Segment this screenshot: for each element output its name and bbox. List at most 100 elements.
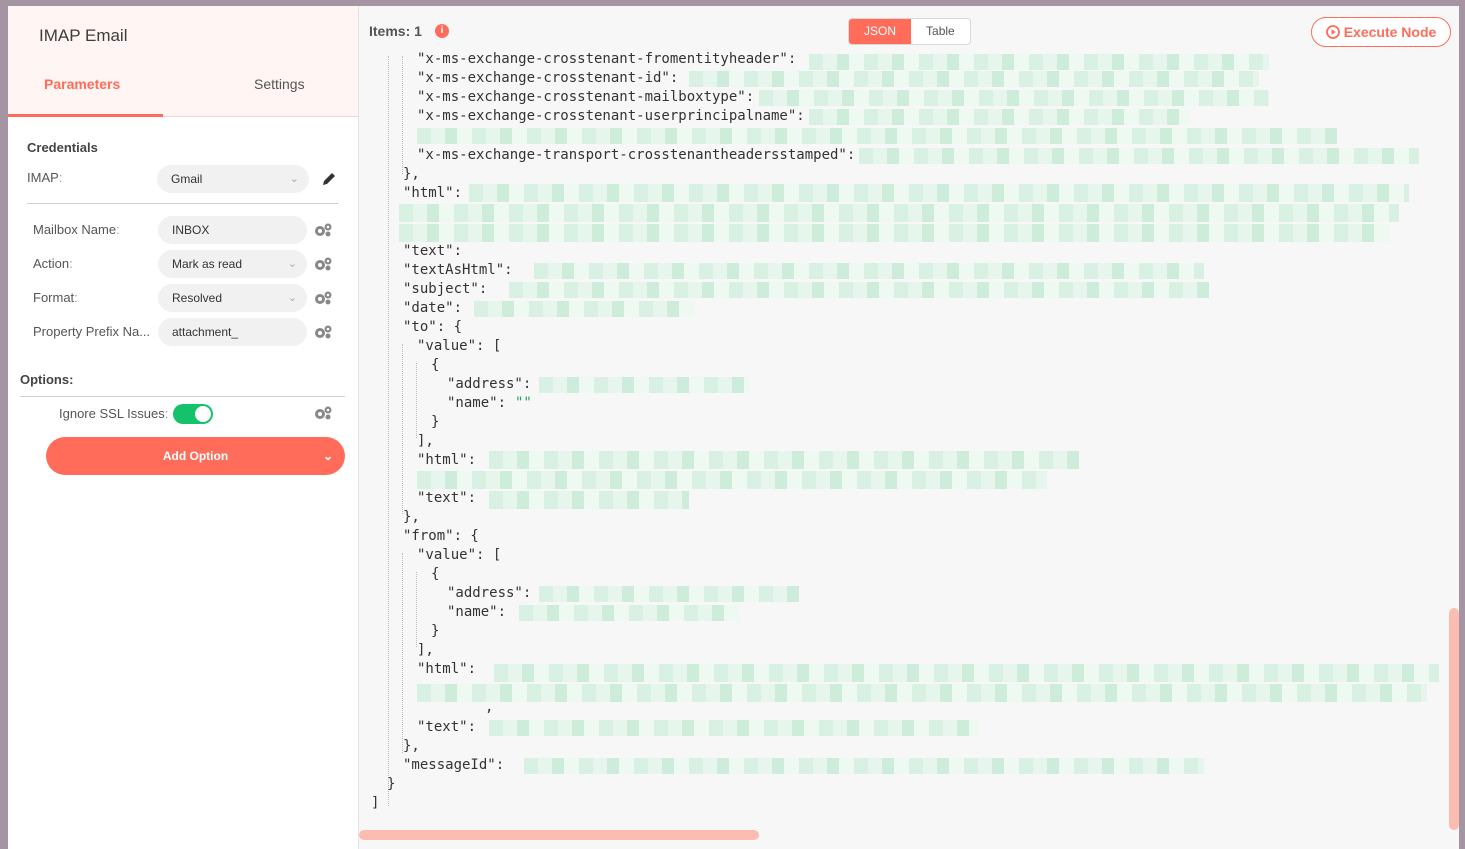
indent-guide	[416, 572, 417, 647]
redacted-value	[474, 301, 694, 317]
json-brace: {	[431, 566, 440, 582]
json-key: "name":	[447, 604, 507, 620]
indent-guide	[402, 553, 403, 753]
json-key: "name":	[447, 395, 507, 411]
redacted-value	[539, 586, 799, 602]
output-panel: Items: 1 i JSON Table Execute Node "x-ms…	[358, 6, 1459, 849]
horizontal-scrollbar[interactable]	[359, 830, 759, 840]
imap-credential-select[interactable]: Gmail ⌄	[157, 165, 309, 193]
ignore-ssl-toggle[interactable]	[173, 404, 213, 424]
json-brace: ],	[417, 642, 434, 658]
items-count: Items: 1	[369, 23, 422, 39]
play-circle-icon	[1326, 25, 1340, 39]
property-prefix-label: Property Prefix Na...	[33, 324, 151, 339]
redacted-value	[417, 684, 1427, 702]
json-brace: ]	[371, 795, 380, 811]
json-key: "x-ms-exchange-transport-crosstenanthead…	[417, 147, 856, 163]
chevron-down-icon: ⌄	[287, 292, 297, 304]
redacted-value	[489, 451, 1079, 469]
redacted-value	[759, 90, 1269, 106]
info-icon[interactable]: i	[435, 24, 449, 38]
mailbox-name-input[interactable]: INBOX	[158, 216, 307, 244]
parameter-options-gear-icon[interactable]	[313, 222, 333, 238]
chevron-down-icon: ⌄	[289, 173, 299, 185]
json-key: "x-ms-exchange-crosstenant-id":	[417, 70, 679, 86]
json-brace: ],	[417, 433, 434, 449]
redacted-value	[417, 128, 1337, 144]
ignore-ssl-label: Ignore SSL Issues:	[59, 406, 169, 421]
json-key: "messageId":	[403, 757, 505, 773]
redacted-value	[524, 758, 1204, 774]
json-brace: }	[431, 623, 440, 639]
view-table-button[interactable]: Table	[911, 19, 970, 44]
json-key: "text":	[403, 243, 463, 259]
redacted-value	[539, 377, 749, 393]
json-key: "html":	[417, 452, 477, 468]
indent-guide	[388, 56, 389, 806]
tab-parameters[interactable]: Parameters	[44, 76, 120, 92]
format-label: Format:	[33, 290, 78, 305]
mailbox-name-label: Mailbox Name:	[33, 222, 120, 237]
json-brace: }	[387, 776, 396, 792]
json-brace: },	[403, 738, 420, 754]
redacted-value	[809, 109, 1189, 125]
imap-label: IMAP:	[27, 170, 63, 185]
redacted-value	[489, 720, 979, 736]
parameters-panel: IMAP Email Parameters Settings Credentia…	[8, 6, 358, 849]
tab-settings[interactable]: Settings	[254, 76, 305, 92]
view-mode-switch: JSON Table	[848, 18, 971, 45]
execute-node-button[interactable]: Execute Node	[1311, 17, 1451, 47]
json-key: "html":	[417, 661, 477, 677]
json-key: "date":	[403, 300, 463, 316]
property-prefix-input[interactable]: attachment_	[158, 318, 307, 346]
redacted-value	[534, 263, 1204, 279]
panel-header: IMAP Email Parameters Settings	[8, 6, 358, 117]
json-key: "text":	[417, 719, 477, 735]
json-punctuation: ,	[485, 699, 494, 715]
json-key: "address":	[447, 585, 532, 601]
chevron-down-icon: ⌄	[322, 449, 333, 463]
view-json-button[interactable]: JSON	[849, 19, 912, 44]
add-option-button[interactable]: Add Option ⌄	[46, 437, 345, 475]
options-heading: Options:	[20, 372, 74, 387]
redacted-value	[494, 664, 1439, 682]
redacted-value	[417, 471, 1047, 489]
json-brace: },	[403, 166, 420, 182]
json-key: "subject":	[403, 281, 488, 297]
redacted-value	[519, 605, 739, 621]
toggle-knob	[195, 406, 211, 422]
indent-guide	[402, 56, 403, 174]
json-brace: }	[431, 414, 440, 430]
json-brace: {	[431, 357, 440, 373]
json-key: "textAsHtml":	[403, 262, 513, 278]
format-select[interactable]: Resolved ⌄	[158, 284, 307, 312]
redacted-value	[469, 184, 1409, 202]
redacted-value	[489, 491, 689, 509]
credentials-heading: Credentials	[27, 140, 98, 155]
node-title[interactable]: IMAP Email	[39, 26, 128, 46]
json-output-view[interactable]: "x-ms-exchange-crosstenant-fromentityhea…	[359, 46, 1444, 826]
json-key: "to": {	[403, 319, 463, 335]
action-select[interactable]: Mark as read ⌄	[158, 250, 307, 278]
json-key: "x-ms-exchange-crosstenant-fromentityhea…	[417, 51, 797, 67]
redacted-value	[809, 54, 1269, 70]
indent-guide	[402, 344, 403, 514]
json-key: "value": [	[417, 338, 502, 354]
action-label: Action:	[33, 256, 73, 271]
edit-pencil-icon[interactable]	[321, 171, 337, 187]
divider	[27, 203, 338, 204]
parameter-options-gear-icon[interactable]	[313, 256, 333, 272]
divider	[20, 396, 345, 397]
parameter-options-gear-icon[interactable]	[313, 405, 333, 421]
vertical-scrollbar[interactable]	[1449, 608, 1459, 830]
json-string-value: ""	[515, 395, 532, 411]
redacted-value	[399, 224, 1389, 242]
json-key: "address":	[447, 376, 532, 392]
json-key: "x-ms-exchange-crosstenant-mailboxtype":	[417, 89, 755, 105]
json-key: "text":	[417, 490, 477, 506]
parameter-options-gear-icon[interactable]	[313, 290, 333, 306]
chevron-down-icon: ⌄	[287, 258, 297, 270]
active-tab-indicator	[8, 114, 163, 117]
parameter-options-gear-icon[interactable]	[313, 324, 333, 340]
redacted-value	[859, 148, 1419, 164]
